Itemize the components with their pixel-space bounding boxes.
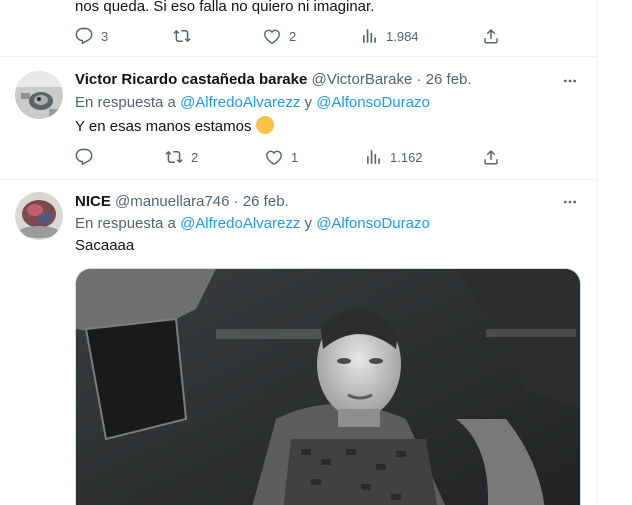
views-count: 1.984 [386,28,419,44]
tweet-date[interactable]: 26 feb. [243,193,289,210]
retweet-icon [173,29,191,43]
user-handle[interactable]: @manuellara746 [115,193,229,210]
separator: · [416,71,422,88]
views-icon [367,150,380,164]
tweet[interactable]: Victor Ricardo castañeda barake @VictorB… [0,57,597,180]
timeline: nos queda. Si eso falla no quiero ni ima… [0,0,598,505]
views-count: 1.162 [390,149,423,165]
tweet-media-gif[interactable] [75,268,581,505]
tweet-previous[interactable]: nos queda. Si eso falla no quiero ni ima… [0,0,597,57]
views-button[interactable]: 1.162 [364,147,423,167]
views-button[interactable]: 1.984 [360,26,419,46]
mention-link[interactable]: @AlfonsoDurazo [316,215,430,232]
like-count: 1 [291,149,299,165]
tweet-date[interactable]: 26 feb. [426,71,472,88]
avatar[interactable] [15,71,63,119]
tweet-text-body: Y en esas manos estamos [75,118,252,135]
tweet-text: Sacaaaa [75,237,135,254]
media-image [76,269,580,505]
tweet-text: nos queda. Si eso falla no quiero ni ima… [75,0,375,15]
retweet-button[interactable]: 2 [165,147,198,167]
share-icon [484,28,498,44]
more-icon [564,200,576,204]
retweet-icon [165,150,183,164]
reply-context: En respuesta a @AlfredoAlvarezz y @Alfon… [75,214,430,234]
avatar[interactable] [15,192,63,240]
retweet-count: 2 [191,149,199,165]
reply-icon [75,148,93,166]
separator: · [233,193,239,210]
share-button[interactable] [482,147,500,167]
heart-icon [266,150,282,165]
mention-link[interactable]: @AlfonsoDurazo [316,94,430,111]
share-icon [484,149,498,165]
retweet-button[interactable] [173,26,199,46]
share-button[interactable] [482,26,500,46]
reply-icon [75,27,93,45]
tweet-header: Victor Ricardo castañeda barake @VictorB… [75,70,472,90]
like-count: 2 [289,28,297,44]
reply-button[interactable]: 3 [75,26,108,46]
reply-and: y [304,94,313,111]
tweet-header: NICE @manuellara746 · 26 feb. [75,192,289,212]
display-name[interactable]: Victor Ricardo castañeda barake [75,71,307,88]
reply-count: 3 [101,28,109,44]
views-icon [363,29,376,43]
user-handle[interactable]: @VictorBarake [312,71,413,88]
tweet-actions: 3 2 1.984 [75,26,505,46]
like-button[interactable]: 1 [265,147,298,167]
more-options-button[interactable] [560,71,580,91]
tweet-actions: 2 1 1.162 [75,147,505,167]
more-options-button[interactable] [560,192,580,212]
like-button[interactable]: 2 [263,26,296,46]
tweet-text: Y en esas manos estamos 😬 [75,116,274,137]
reply-context: En respuesta a @AlfredoAlvarezz y @Alfon… [75,93,430,113]
heart-icon [264,29,280,44]
display-name[interactable]: NICE [75,193,111,210]
reply-prefix: En respuesta a [75,94,176,111]
reply-button[interactable] [75,147,101,167]
mention-link[interactable]: @AlfredoAlvarezz [180,94,300,111]
reply-prefix: En respuesta a [75,215,176,232]
reply-and: y [304,215,313,232]
grimacing-emoji: 😬 [255,116,274,134]
more-icon [564,79,576,83]
mention-link[interactable]: @AlfredoAlvarezz [180,215,300,232]
